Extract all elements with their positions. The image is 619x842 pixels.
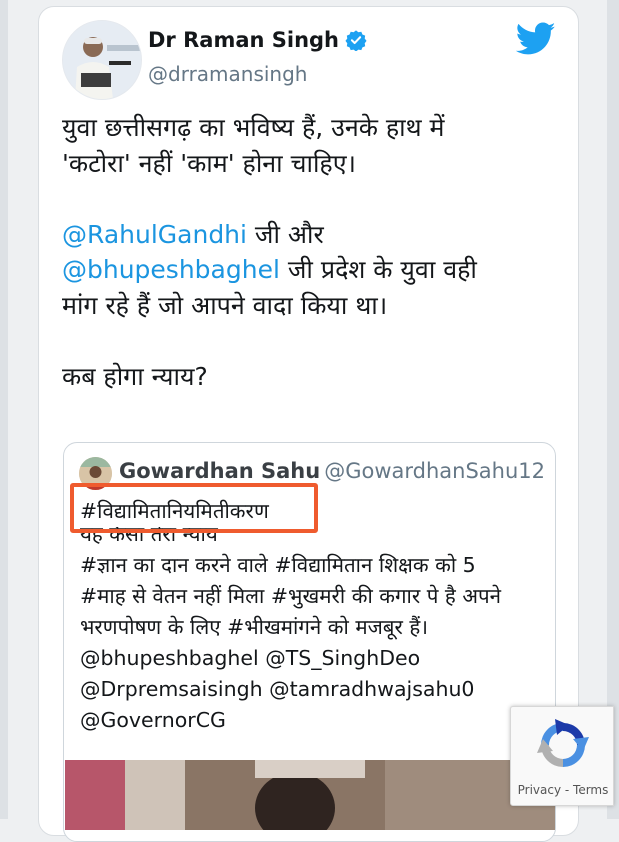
terms-link[interactable]: Terms (573, 783, 608, 797)
verified-badge-icon (345, 30, 367, 51)
quoted-mentions-line[interactable]: @GovernorCG (80, 705, 550, 736)
recaptcha-links: Privacy - Terms (517, 783, 609, 797)
quoted-media-image[interactable] (65, 760, 555, 830)
author-avatar[interactable] (62, 20, 142, 100)
author-handle[interactable]: @drramansingh (148, 62, 307, 86)
quoted-line: #माह से वेतन नहीं मिला #भुखमरी की कगार प… (80, 584, 502, 608)
mention-link[interactable]: @bhupeshbaghel (62, 255, 280, 284)
author-name-row: Dr Raman Singh (148, 28, 367, 52)
quoted-author-handle[interactable]: @GowardhanSahu12 (324, 459, 545, 483)
quoted-mentions-line[interactable]: @Drpremsaisingh @tamradhwajsahu0 (80, 674, 550, 705)
recaptcha-badge[interactable]: Privacy - Terms (510, 706, 614, 806)
tweet-line-6: मांग रहे हैं जो आपने वादा किया था। (62, 290, 388, 320)
tweet-line-2: 'कटोरा' नहीं 'काम' होना चाहिए। (62, 148, 357, 178)
hashtag-link[interactable]: #विद्यामितानियमितीकरण (80, 496, 275, 527)
privacy-link[interactable]: Privacy (518, 783, 561, 797)
mention-link[interactable]: @RahulGandhi (62, 220, 247, 249)
tweet-line-8: कब होगा न्याय? (62, 361, 208, 391)
tweet-text: युवा छत्तीसगढ़ का भविष्य हैं, उनके हाथ म… (62, 110, 562, 394)
author-name[interactable]: Dr Raman Singh (148, 28, 339, 52)
quoted-author-name[interactable]: Gowardhan Sahu (119, 459, 320, 483)
page-edge-left (0, 0, 8, 819)
tweet-line-gap (62, 181, 562, 217)
quoted-line: भरणपोषण के लिए #भीखमांगने को मजबूर हैं। (80, 615, 429, 639)
tweet-line-1: युवा छत्तीसगढ़ का भविष्य हैं, उनके हाथ म… (62, 113, 445, 142)
tweet-line-5: @bhupeshbaghel जी प्रदेश के युवा वही (62, 255, 477, 284)
recaptcha-icon (537, 719, 589, 767)
quoted-mentions-line[interactable]: @bhupeshbaghel @TS_SinghDeo (80, 643, 550, 674)
tweet-line-gap (62, 323, 562, 359)
quoted-author-header: Gowardhan Sahu @GowardhanSahu12 (119, 459, 545, 483)
quoted-line: #ज्ञान का दान करने वाले #विद्यामितान शिक… (80, 553, 476, 577)
page-edge-right (607, 0, 619, 819)
tweet-line-4: @RahulGandhi जी और (62, 219, 324, 249)
twitter-bird-icon[interactable] (516, 22, 556, 56)
